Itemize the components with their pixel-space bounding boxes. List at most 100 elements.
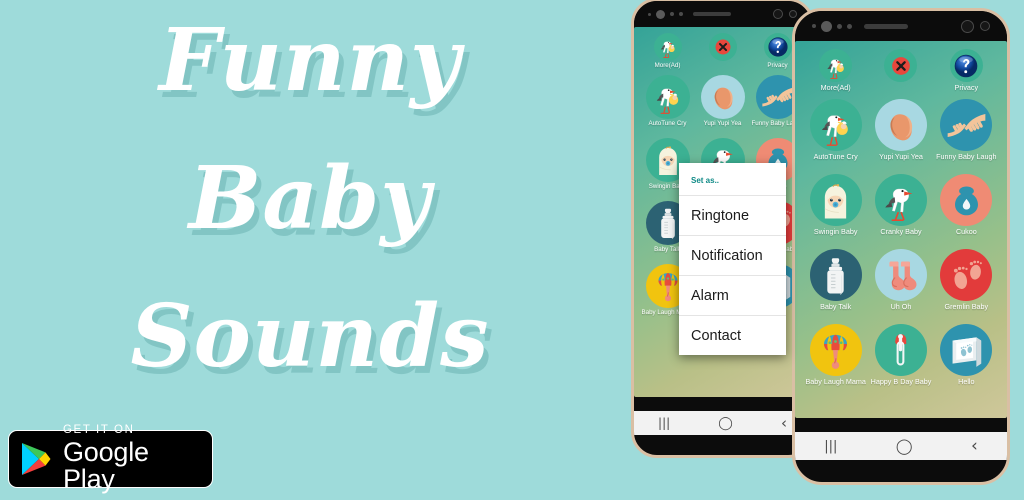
stork-carrying-baby-icon: [809, 99, 862, 151]
safety-pin-icon: [874, 324, 927, 376]
red-x-close-icon: [884, 49, 918, 82]
sound-button[interactable]: Hello: [934, 324, 999, 394]
status-bar-back: [634, 1, 811, 27]
sound-button-label: Uh Oh: [890, 302, 912, 311]
sound-button-label: Happy B Day Baby: [870, 377, 932, 386]
sound-button[interactable]: Yupi Yupi Yea: [695, 75, 750, 135]
sound-button[interactable]: Cranky Baby: [868, 174, 933, 244]
sound-button-label: Baby Talk: [654, 246, 681, 253]
sound-grid-front: More(Ad) Privacy AutoTune Cry Yupi Yupi …: [795, 49, 1007, 394]
google-play-badge-text: GET IT ON Google Play: [63, 423, 202, 495]
sound-button[interactable]: Baby Laugh Mama: [803, 324, 868, 394]
app-title-block: Funny Baby Sounds: [0, 10, 620, 380]
set-as-context-menu[interactable]: Set as.. Ringtone Notification Alarm Con…: [679, 163, 786, 355]
status-right-icons: [773, 9, 797, 19]
earpiece-speaker-icon: [864, 23, 908, 29]
sound-button-label: Swingin Baby: [813, 227, 858, 236]
page-title-line-3: Sounds: [130, 286, 490, 387]
sound-button[interactable]: Yupi Yupi Yea: [868, 99, 933, 169]
front-camera-icon: [656, 9, 665, 19]
sound-button-label: AutoTune Cry: [648, 120, 687, 127]
menu-item-notification[interactable]: Notification: [679, 235, 786, 275]
question-mark-help-icon: [949, 49, 983, 82]
badge-small-label: GET IT ON: [63, 423, 135, 436]
question-mark-help-icon: [763, 33, 792, 61]
nav-bar-back: ||| ◯ ‹: [634, 411, 811, 435]
recents-button-front[interactable]: |||: [824, 439, 837, 454]
back-button-front[interactable]: ‹: [971, 436, 978, 456]
nav-bar-front: ||| ◯ ‹: [795, 432, 1007, 460]
top-row-item-3[interactable]: Privacy: [934, 49, 999, 94]
sound-button-label: More(Ad): [654, 62, 681, 69]
sound-button[interactable]: Funny Baby Laugh: [934, 99, 999, 169]
stork-standing-icon: [874, 174, 927, 226]
sound-button[interactable]: Swingin Baby: [803, 174, 868, 244]
baby-footprint-photo-frame-icon: [940, 324, 993, 376]
front-camera-cluster-2: [812, 20, 852, 32]
red-x-close-icon: [708, 33, 737, 61]
status-bar-front: [795, 11, 1007, 41]
sound-button[interactable]: Cukoo: [934, 174, 999, 244]
stork-carrying-baby-icon: [653, 33, 682, 61]
sound-button-label: Yupi Yupi Yea: [879, 152, 923, 161]
proximity-sensor-icon: [980, 21, 990, 31]
sound-button-label: Baby Talk: [820, 302, 852, 311]
baby-head-icon: [700, 75, 745, 119]
sound-button[interactable]: Gremlin Baby: [934, 249, 999, 319]
sound-button[interactable]: Happy B Day Baby: [868, 324, 933, 394]
sound-button[interactable]: AutoTune Cry: [803, 99, 868, 169]
iris-scanner-icon: [961, 19, 974, 33]
google-play-badge[interactable]: GET IT ON Google Play: [8, 424, 213, 493]
home-button-front[interactable]: ◯: [896, 437, 913, 455]
top-row-item-1[interactable]: More(Ad): [640, 33, 695, 72]
sound-button-label: Yupi Yupi Yea: [703, 120, 742, 127]
baby-rattle-icon: [809, 324, 862, 376]
menu-item-contact[interactable]: Contact: [679, 315, 786, 355]
sound-button-label: Hello: [958, 377, 975, 386]
baby-socks-icon: [874, 249, 927, 301]
badge-big-label: Google Play: [63, 437, 149, 495]
background-phone: More(Ad) Privacy AutoTune Cry Yupi Yupi …: [631, 0, 814, 458]
sound-button-label: More(Ad): [820, 83, 851, 92]
sensor-dot-3-icon: [679, 12, 683, 16]
top-row-item-1[interactable]: More(Ad): [803, 49, 868, 94]
sound-button-label: Cukoo: [955, 227, 977, 236]
sound-button-label: Baby Laugh Mama: [805, 377, 866, 386]
iris-scanner-icon: [773, 9, 783, 19]
status-right-icons-2: [961, 19, 990, 33]
sensor-dot-icon: [812, 24, 816, 28]
menu-item-ringtone[interactable]: Ringtone: [679, 195, 786, 235]
home-button-back[interactable]: ◯: [718, 416, 733, 431]
top-row-item-2[interactable]: [868, 49, 933, 94]
earpiece-speaker-icon: [693, 12, 731, 16]
two-hands-touching-icon: [940, 99, 993, 151]
google-play-triangle-icon: [22, 443, 51, 475]
front-camera-icon: [821, 20, 832, 32]
promo-panel: Funny Baby Sounds GET IT ON Google Play: [0, 0, 620, 500]
sound-button[interactable]: Baby Talk: [803, 249, 868, 319]
recents-button-back[interactable]: |||: [658, 416, 670, 430]
stork-carrying-baby-icon: [819, 49, 853, 82]
foreground-phone-screen: More(Ad) Privacy AutoTune Cry Yupi Yupi …: [795, 41, 1007, 418]
baby-bib-icon: [940, 174, 993, 226]
baby-bottle-icon: [809, 249, 862, 301]
baby-head-icon: [874, 99, 927, 151]
sound-button-label: Funny Baby Laugh: [936, 152, 997, 161]
swaddled-baby-icon: [809, 174, 862, 226]
sound-button[interactable]: Uh Oh: [868, 249, 933, 319]
sensor-dot-2-icon: [837, 23, 842, 29]
baby-footprints-icon: [940, 249, 993, 301]
sensor-dot-2-icon: [670, 12, 674, 16]
stork-carrying-baby-icon: [645, 75, 690, 119]
sensor-dot-3-icon: [847, 23, 852, 29]
sound-button-label: Gremlin Baby: [944, 302, 989, 311]
context-menu-header: Set as..: [691, 176, 720, 185]
menu-item-alarm[interactable]: Alarm: [679, 275, 786, 315]
back-button-back[interactable]: ‹: [781, 414, 787, 432]
sound-button[interactable]: AutoTune Cry: [640, 75, 695, 135]
front-camera-cluster: [648, 9, 683, 19]
foreground-phone: More(Ad) Privacy AutoTune Cry Yupi Yupi …: [792, 8, 1010, 485]
sound-button-label: Privacy: [767, 62, 788, 69]
top-row-item-2[interactable]: [695, 33, 750, 72]
page-title-line-1: Funny: [158, 10, 462, 111]
